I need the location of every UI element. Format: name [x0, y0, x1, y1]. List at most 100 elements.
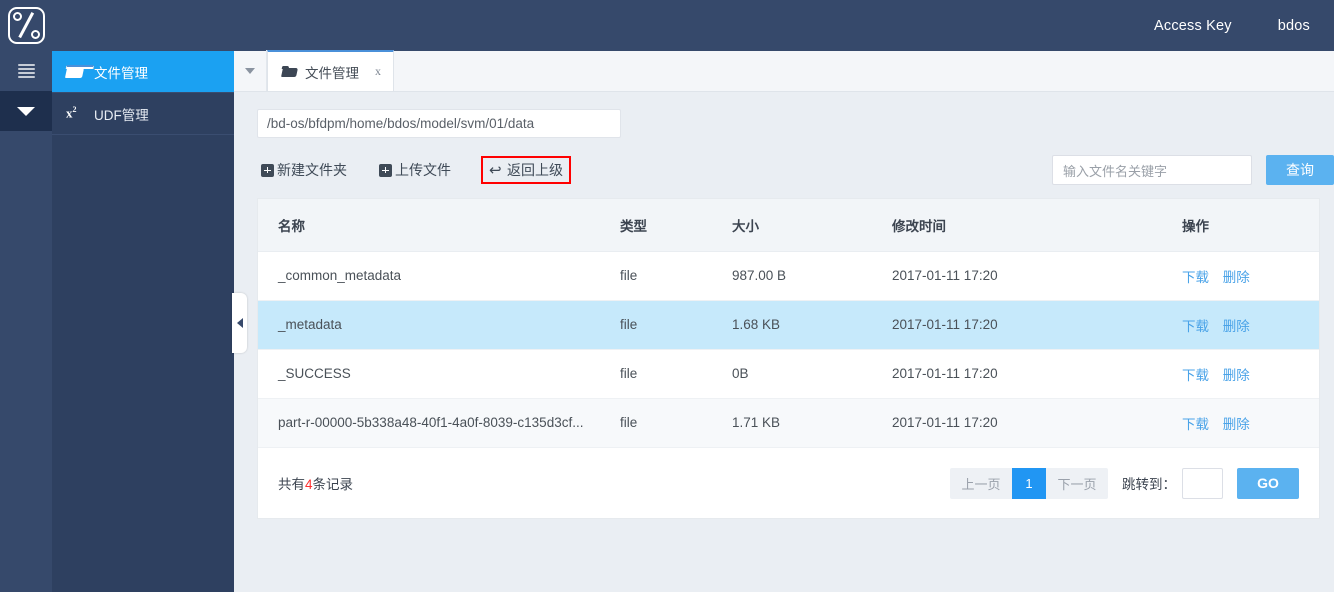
delete-link[interactable]: 删除 — [1223, 270, 1250, 285]
top-header: Access Key bdos — [0, 0, 1334, 51]
cell-mtime: 2017-01-11 17:20 — [892, 398, 1182, 448]
x-squared-icon: x2 — [66, 105, 77, 121]
table-row[interactable]: _metadata file 1.68 KB 2017-01-11 17:20 … — [258, 300, 1319, 350]
prev-page-button[interactable]: 上一页 — [950, 467, 1012, 499]
cell-actions: 下载 删除 — [1182, 300, 1319, 350]
tab-file-management[interactable]: 文件管理 x — [267, 50, 394, 91]
delete-link[interactable]: 删除 — [1223, 368, 1250, 383]
search-button[interactable]: 查询 — [1266, 155, 1334, 185]
total-suffix: 条记录 — [312, 477, 354, 492]
sidebar-item-label: UDF管理 — [94, 107, 149, 123]
delete-link[interactable]: 删除 — [1223, 417, 1250, 432]
app-root: Access Key bdos 文件管理 x2 UDF管理 文件管理 x /bd… — [0, 0, 1334, 592]
download-link[interactable]: 下载 — [1182, 417, 1209, 432]
main-content: 文件管理 x /bd-os/bfdpm/home/bdos/model/svm/… — [232, 50, 1334, 592]
column-header-mtime: 修改时间 — [892, 199, 1182, 252]
total-count: 4 — [305, 477, 313, 492]
cell-size: 0B — [732, 349, 892, 399]
folder-icon — [64, 65, 95, 78]
column-header-name: 名称 — [258, 199, 620, 252]
column-header-type: 类型 — [620, 199, 732, 252]
column-header-size: 大小 — [732, 199, 892, 252]
page-button-group: 上一页 1 下一页 — [950, 467, 1108, 499]
jump-to-label: 跳转到： — [1122, 477, 1176, 492]
table-row[interactable]: part-r-00000-5b338a48-40f1-4a0f-8039-c13… — [258, 398, 1319, 448]
file-table: 名称 类型 大小 修改时间 操作 _common_metadata file 9… — [258, 199, 1319, 448]
total-prefix: 共有 — [278, 477, 305, 492]
back-arrow-icon: ↩ — [489, 161, 502, 179]
cell-actions: 下载 删除 — [1182, 398, 1319, 448]
cell-mtime: 2017-01-11 17:20 — [892, 251, 1182, 301]
upload-file-label: 上传文件 — [395, 162, 451, 178]
caret-down-icon — [17, 106, 35, 116]
rail-collapse-button[interactable] — [0, 91, 52, 131]
sidebar-collapse-handle[interactable] — [232, 293, 247, 353]
sidebar-divider — [52, 134, 234, 135]
sidebar-item-udf-management[interactable]: x2 UDF管理 — [52, 93, 234, 134]
cell-size: 1.71 KB — [732, 398, 892, 448]
cell-mtime: 2017-01-11 17:20 — [892, 300, 1182, 350]
sidebar-item-file-management[interactable]: 文件管理 — [52, 51, 234, 92]
new-folder-label: 新建文件夹 — [277, 162, 347, 178]
plus-square-icon — [379, 163, 392, 177]
column-header-actions: 操作 — [1182, 199, 1319, 252]
app-logo[interactable] — [0, 0, 52, 51]
cell-name: _SUCCESS — [258, 349, 620, 399]
hamburger-icon — [17, 64, 35, 78]
cell-name: _metadata — [258, 300, 620, 350]
tab-list-dropdown[interactable] — [234, 50, 267, 91]
download-link[interactable]: 下载 — [1182, 270, 1209, 285]
cell-mtime: 2017-01-11 17:20 — [892, 349, 1182, 399]
file-table-card: 名称 类型 大小 修改时间 操作 _common_metadata file 9… — [257, 198, 1320, 519]
cell-actions: 下载 删除 — [1182, 251, 1319, 301]
cell-type: file — [620, 251, 732, 301]
tab-label: 文件管理 — [305, 65, 359, 81]
file-toolbar: 新建文件夹 上传文件 ↩ 返回上级 输入文件名关键字 查询 — [234, 148, 1334, 192]
table-row[interactable]: _SUCCESS file 0B 2017-01-11 17:20 下载 删除 — [258, 349, 1319, 399]
sidebar-nav: 文件管理 x2 UDF管理 — [52, 51, 234, 592]
left-rail — [0, 51, 52, 592]
chevron-left-icon — [236, 318, 243, 328]
menu-toggle-button[interactable] — [0, 51, 52, 91]
search-input[interactable]: 输入文件名关键字 — [1052, 155, 1252, 185]
cell-actions: 下载 删除 — [1182, 349, 1319, 399]
next-page-button[interactable]: 下一页 — [1046, 467, 1108, 499]
plus-square-icon — [261, 163, 274, 177]
logo-circle-bottom — [30, 30, 40, 39]
access-key-link[interactable]: Access Key — [1154, 18, 1232, 34]
close-icon[interactable]: x — [375, 64, 381, 79]
cell-size: 1.68 KB — [732, 300, 892, 350]
cell-name: _common_metadata — [258, 251, 620, 301]
pagination-bar: 共有4条记录 上一页 1 下一页 跳转到： GO — [258, 448, 1319, 518]
cell-type: file — [620, 398, 732, 448]
table-header-row: 名称 类型 大小 修改时间 操作 — [258, 199, 1319, 252]
pager: 上一页 1 下一页 跳转到： GO — [950, 467, 1299, 499]
chevron-down-icon — [245, 67, 255, 74]
table-row[interactable]: _common_metadata file 987.00 B 2017-01-1… — [258, 251, 1319, 301]
cell-size: 987.00 B — [732, 251, 892, 301]
cell-type: file — [620, 349, 732, 399]
search-group: 输入文件名关键字 查询 — [1052, 155, 1334, 185]
table-body: _common_metadata file 987.00 B 2017-01-1… — [258, 251, 1319, 448]
go-button[interactable]: GO — [1237, 467, 1299, 499]
path-row: /bd-os/bfdpm/home/bdos/model/svm/01/data — [234, 92, 1334, 138]
folder-icon — [281, 65, 298, 78]
back-to-parent-button[interactable]: ↩ 返回上级 — [481, 156, 571, 184]
download-link[interactable]: 下载 — [1182, 319, 1209, 334]
sidebar-item-label: 文件管理 — [94, 65, 148, 81]
cell-type: file — [620, 300, 732, 350]
new-folder-button[interactable]: 新建文件夹 — [257, 157, 351, 183]
upload-file-button[interactable]: 上传文件 — [375, 157, 455, 183]
percent-logo-icon — [7, 7, 45, 44]
jump-to-input[interactable] — [1182, 467, 1223, 499]
cell-name: part-r-00000-5b338a48-40f1-4a0f-8039-c13… — [258, 398, 620, 448]
delete-link[interactable]: 删除 — [1223, 319, 1250, 334]
path-input[interactable]: /bd-os/bfdpm/home/bdos/model/svm/01/data — [257, 109, 621, 138]
table-head: 名称 类型 大小 修改时间 操作 — [258, 199, 1319, 252]
download-link[interactable]: 下载 — [1182, 368, 1209, 383]
logo-circle-top — [12, 12, 22, 21]
page-number-1[interactable]: 1 — [1012, 467, 1046, 499]
user-menu[interactable]: bdos — [1278, 18, 1310, 34]
tab-bar: 文件管理 x — [234, 50, 1334, 92]
record-total: 共有4条记录 — [278, 473, 353, 493]
